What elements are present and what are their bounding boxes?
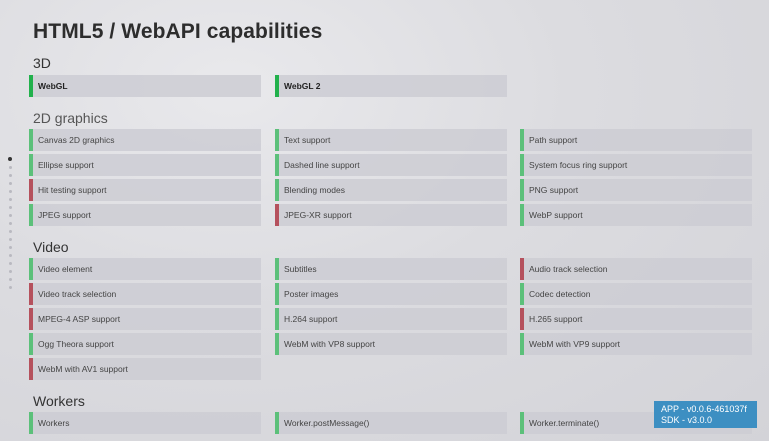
feature-webgl: WebGL bbox=[29, 75, 261, 97]
version-badge: APP - v0.0.6-461037f SDK - v3.0.0 bbox=[654, 401, 757, 428]
feature-webm-vp8: WebM with VP8 support bbox=[275, 333, 507, 355]
feature-jpeg-support: JPEG support bbox=[29, 204, 261, 226]
feature-audio-track: Audio track selection bbox=[520, 258, 752, 280]
nav-dot[interactable] bbox=[9, 262, 12, 265]
nav-dot[interactable] bbox=[9, 174, 12, 177]
feature-dashed-line: Dashed line support bbox=[275, 154, 507, 176]
feature-webm-av1: WebM with AV1 support bbox=[29, 358, 261, 380]
nav-dot[interactable] bbox=[9, 214, 12, 217]
app-version: APP - v0.0.6-461037f bbox=[661, 404, 747, 414]
feature-ellipse-support: Ellipse support bbox=[29, 154, 261, 176]
nav-dot[interactable] bbox=[9, 182, 12, 185]
nav-dot[interactable] bbox=[9, 278, 12, 281]
nav-dot[interactable] bbox=[9, 254, 12, 257]
feature-webgl2: WebGL 2 bbox=[275, 75, 507, 97]
nav-dot[interactable] bbox=[9, 238, 12, 241]
feature-webp-support: WebP support bbox=[520, 204, 752, 226]
feature-codec-detection: Codec detection bbox=[520, 283, 752, 305]
nav-dot[interactable] bbox=[9, 230, 12, 233]
feature-h264: H.264 support bbox=[275, 308, 507, 330]
feature-mpeg4-asp: MPEG-4 ASP support bbox=[29, 308, 261, 330]
feature-poster-images: Poster images bbox=[275, 283, 507, 305]
page-title: HTML5 / WebAPI capabilities bbox=[33, 20, 323, 43]
nav-dot[interactable] bbox=[9, 166, 12, 169]
section-nav-dots bbox=[8, 157, 14, 294]
nav-dot-active[interactable] bbox=[8, 157, 12, 161]
nav-dot[interactable] bbox=[9, 286, 12, 289]
section-title-workers: Workers bbox=[33, 393, 85, 409]
section-title-video: Video bbox=[33, 239, 69, 255]
feature-h265: H.265 support bbox=[520, 308, 752, 330]
feature-webm-vp9: WebM with VP9 support bbox=[520, 333, 752, 355]
nav-dot[interactable] bbox=[9, 198, 12, 201]
nav-dot[interactable] bbox=[9, 190, 12, 193]
feature-path-support: Path support bbox=[520, 129, 752, 151]
feature-blending-modes: Blending modes bbox=[275, 179, 507, 201]
feature-workers: Workers bbox=[29, 412, 261, 434]
feature-text-support: Text support bbox=[275, 129, 507, 151]
feature-hit-testing: Hit testing support bbox=[29, 179, 261, 201]
feature-ogg-theora: Ogg Theora support bbox=[29, 333, 261, 355]
nav-dot[interactable] bbox=[9, 246, 12, 249]
section-title-2d: 2D graphics bbox=[33, 110, 108, 126]
section-title-3d: 3D bbox=[33, 55, 51, 71]
nav-dot[interactable] bbox=[9, 270, 12, 273]
sdk-version: SDK - v3.0.0 bbox=[661, 415, 713, 425]
feature-canvas-2d: Canvas 2D graphics bbox=[29, 129, 261, 151]
feature-focus-ring: System focus ring support bbox=[520, 154, 752, 176]
nav-dot[interactable] bbox=[9, 222, 12, 225]
feature-png-support: PNG support bbox=[520, 179, 752, 201]
feature-jpeg-xr: JPEG-XR support bbox=[275, 204, 507, 226]
feature-video-track: Video track selection bbox=[29, 283, 261, 305]
feature-video-element: Video element bbox=[29, 258, 261, 280]
feature-subtitles: Subtitles bbox=[275, 258, 507, 280]
nav-dot[interactable] bbox=[9, 206, 12, 209]
feature-worker-postmessage: Worker.postMessage() bbox=[275, 412, 507, 434]
